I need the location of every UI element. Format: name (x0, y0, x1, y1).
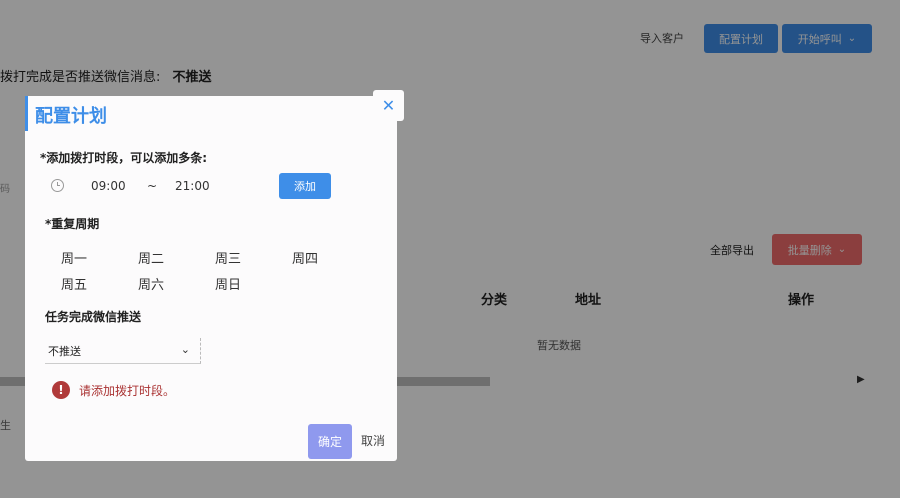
time-separator: ~ (147, 179, 158, 193)
time-end-input[interactable]: 21:00 (175, 179, 210, 193)
weekday-checkbox-group: 周一 周二 周三 周四 周五 周六 周日 (61, 248, 381, 293)
config-plan-dialog: 配置计划 *添加拨打时段，可以添加多条: 09:00 ~ 21:00 添加 *重… (25, 96, 397, 461)
error-icon: ! (52, 381, 70, 399)
cancel-button[interactable]: 取消 (361, 432, 385, 449)
weekday-option-sat[interactable]: 周六 (138, 274, 215, 293)
close-icon[interactable]: ✕ (373, 90, 404, 121)
wechat-push-selected-value: 不推送 (48, 344, 81, 358)
weekday-option-thu[interactable]: 周四 (292, 248, 369, 267)
time-start-input[interactable]: 09:00 (91, 179, 126, 193)
clock-icon (51, 179, 64, 192)
time-section-label: *添加拨打时段，可以添加多条: (40, 151, 208, 165)
wechat-push-select[interactable]: 不推送 ⌄ (45, 338, 201, 364)
wechat-push-label: 任务完成微信推送 (45, 310, 142, 324)
chevron-down-icon: ⌄ (180, 343, 190, 356)
validation-error: ! 请添加拨打时段。 (52, 381, 175, 399)
title-accent-bar (25, 96, 28, 131)
weekday-option-mon[interactable]: 周一 (61, 248, 138, 267)
error-message: 请添加拨打时段。 (79, 383, 176, 398)
weekday-option-wed[interactable]: 周三 (215, 248, 292, 267)
add-time-slot-button[interactable]: 添加 (279, 173, 331, 199)
dialog-title: 配置计划 (35, 106, 107, 127)
weekday-option-fri[interactable]: 周五 (61, 274, 138, 293)
weekday-option-tue[interactable]: 周二 (138, 248, 215, 267)
weekday-option-sun[interactable]: 周日 (215, 274, 292, 293)
repeat-cycle-label: *重复周期 (45, 217, 100, 231)
confirm-button[interactable]: 确定 (308, 424, 352, 459)
